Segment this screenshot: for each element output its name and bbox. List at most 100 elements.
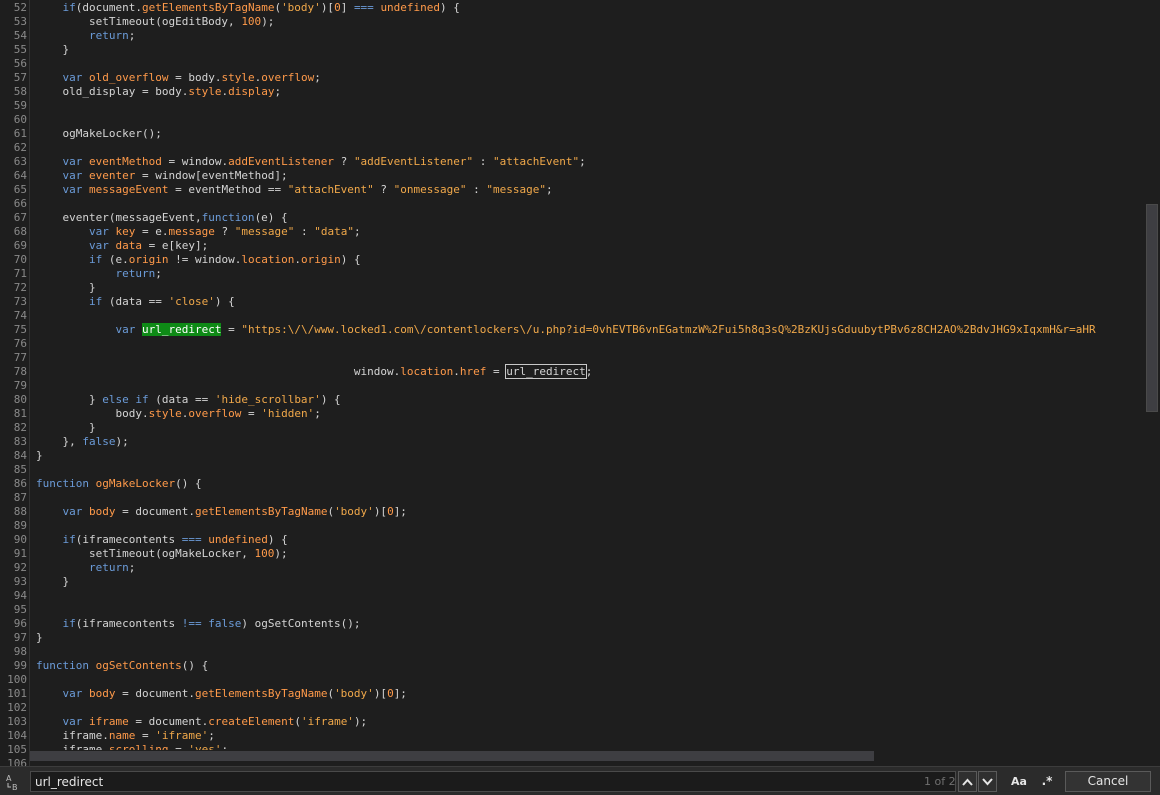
code-line[interactable] <box>30 701 1144 715</box>
code-line[interactable] <box>30 113 1144 127</box>
line-number: 85 <box>13 463 27 476</box>
code-line[interactable]: } <box>30 281 1144 295</box>
code-line[interactable]: window.location.href = url_redirect; <box>30 364 1144 379</box>
code-line[interactable]: ogMakeLocker(); <box>30 127 1144 141</box>
code-token: if <box>62 1 76 14</box>
code-area[interactable]: if(document.getElementsByTagName('body')… <box>30 0 1144 766</box>
code-line[interactable]: } <box>30 43 1144 57</box>
code-line[interactable]: var messageEvent = eventMethod == "attac… <box>30 183 1144 197</box>
code-token: ; <box>274 85 282 98</box>
code-line[interactable]: body.style.overflow = 'hidden'; <box>30 407 1144 421</box>
code-line[interactable]: } <box>30 575 1144 589</box>
code-line[interactable] <box>30 337 1144 351</box>
code-line-text: } <box>36 631 43 645</box>
code-token: 'iframe' <box>155 729 209 742</box>
code-token: ? <box>214 225 235 238</box>
code-token: 0 <box>387 687 394 700</box>
code-line[interactable]: eventer(messageEvent,function(e) { <box>30 211 1144 225</box>
code-line[interactable] <box>30 309 1144 323</box>
code-line[interactable]: var url_redirect = "https:\/\/www.locked… <box>30 323 1144 337</box>
code-line[interactable]: function ogMakeLocker() { <box>30 477 1144 491</box>
code-token: var <box>62 169 83 182</box>
code-editor[interactable]: 52 53 54 55 56 57 58 59 60 61 62 63 64 65 66 67 68 69 70 71… <box>0 0 1160 766</box>
line-number: 94 <box>13 589 27 602</box>
previous-match-button[interactable] <box>958 771 977 792</box>
code-token: ) { <box>440 1 460 14</box>
code-line[interactable]: return; <box>30 29 1144 43</box>
regex-toggle[interactable]: .* <box>1036 771 1058 792</box>
code-line[interactable]: return; <box>30 561 1144 575</box>
code-line[interactable]: if(iframecontents === undefined) { <box>30 533 1144 547</box>
chevron-up-icon <box>962 778 973 786</box>
line-number: 63 <box>13 155 27 168</box>
code-token: if <box>88 253 103 266</box>
code-line[interactable]: var old_overflow = body.style.overflow; <box>30 71 1144 85</box>
code-line[interactable]: } <box>30 421 1144 435</box>
horizontal-scrollbar[interactable] <box>30 750 1144 762</box>
code-line-text: if(iframecontents !== false) ogSetConten… <box>36 617 361 631</box>
code-line[interactable]: function ogSetContents() { <box>30 659 1144 673</box>
find-replace-mode-icon[interactable]: A B <box>5 773 23 792</box>
code-line[interactable] <box>30 519 1144 533</box>
line-number: 56 <box>13 57 27 70</box>
code-line-text: var iframe = document.createElement('ifr… <box>36 715 368 729</box>
vertical-scrollbar-thumb[interactable] <box>1146 204 1158 412</box>
code-line[interactable] <box>30 99 1144 113</box>
code-line[interactable]: var body = document.getElementsByTagName… <box>30 505 1144 519</box>
code-token: ); <box>274 547 288 560</box>
code-line[interactable]: if (data == 'close') { <box>30 295 1144 309</box>
code-line[interactable] <box>30 463 1144 477</box>
next-match-button[interactable] <box>978 771 997 792</box>
code-line[interactable]: var iframe = document.createElement('ifr… <box>30 715 1144 729</box>
code-token: }, <box>36 435 83 448</box>
code-line[interactable]: iframe.name = 'iframe'; <box>30 729 1144 743</box>
code-token: "attachEvent" <box>287 183 374 196</box>
code-line[interactable]: var body = document.getElementsByTagName… <box>30 687 1144 701</box>
code-line[interactable]: setTimeout(ogEditBody, 100); <box>30 15 1144 29</box>
code-line[interactable]: } <box>30 631 1144 645</box>
code-token: )[ <box>320 1 335 14</box>
code-line[interactable]: setTimeout(ogMakeLocker, 100); <box>30 547 1144 561</box>
code-line[interactable]: var eventer = window[eventMethod]; <box>30 169 1144 183</box>
code-line[interactable]: old_display = body.style.display; <box>30 85 1144 99</box>
code-line[interactable]: var data = e[key]; <box>30 239 1144 253</box>
code-line[interactable] <box>30 197 1144 211</box>
code-line[interactable]: if (e.origin != window.location.origin) … <box>30 253 1144 267</box>
code-line[interactable] <box>30 589 1144 603</box>
code-token: var <box>62 71 83 84</box>
code-line[interactable] <box>30 645 1144 659</box>
code-line[interactable]: var eventMethod = window.addEventListene… <box>30 155 1144 169</box>
cancel-button[interactable]: Cancel <box>1065 771 1151 792</box>
code-line[interactable] <box>30 491 1144 505</box>
line-number: 65 <box>13 183 27 196</box>
code-token: } <box>36 449 43 462</box>
match-case-toggle[interactable]: Aa <box>1008 771 1030 792</box>
code-line[interactable]: }, false); <box>30 435 1144 449</box>
code-token: var <box>62 155 83 168</box>
code-token: href <box>459 365 487 378</box>
code-line[interactable] <box>30 379 1144 393</box>
code-line[interactable]: if(iframecontents !== false) ogSetConten… <box>30 617 1144 631</box>
code-line[interactable] <box>30 351 1144 365</box>
code-line[interactable]: if(document.getElementsByTagName('body')… <box>30 1 1144 15</box>
code-line[interactable] <box>30 57 1144 71</box>
code-line[interactable]: return; <box>30 267 1144 281</box>
code-line[interactable] <box>30 673 1144 687</box>
code-line[interactable]: var key = e.message ? "message" : "data"… <box>30 225 1144 239</box>
code-line[interactable]: } else if (data == 'hide_scrollbar') { <box>30 393 1144 407</box>
code-token: === <box>353 1 374 14</box>
code-token: (data == <box>148 393 215 406</box>
vertical-scrollbar[interactable] <box>1144 0 1160 766</box>
code-token: (document. <box>75 1 142 14</box>
code-line[interactable] <box>30 141 1144 155</box>
find-input[interactable] <box>30 771 956 792</box>
code-token: 100 <box>254 547 275 560</box>
code-line[interactable] <box>30 603 1144 617</box>
code-token: style <box>221 71 255 84</box>
code-line-text: if(document.getElementsByTagName('body')… <box>36 1 460 15</box>
line-number: 100 <box>7 673 27 686</box>
horizontal-scrollbar-thumb[interactable] <box>30 751 874 761</box>
code-line[interactable]: } <box>30 449 1144 463</box>
